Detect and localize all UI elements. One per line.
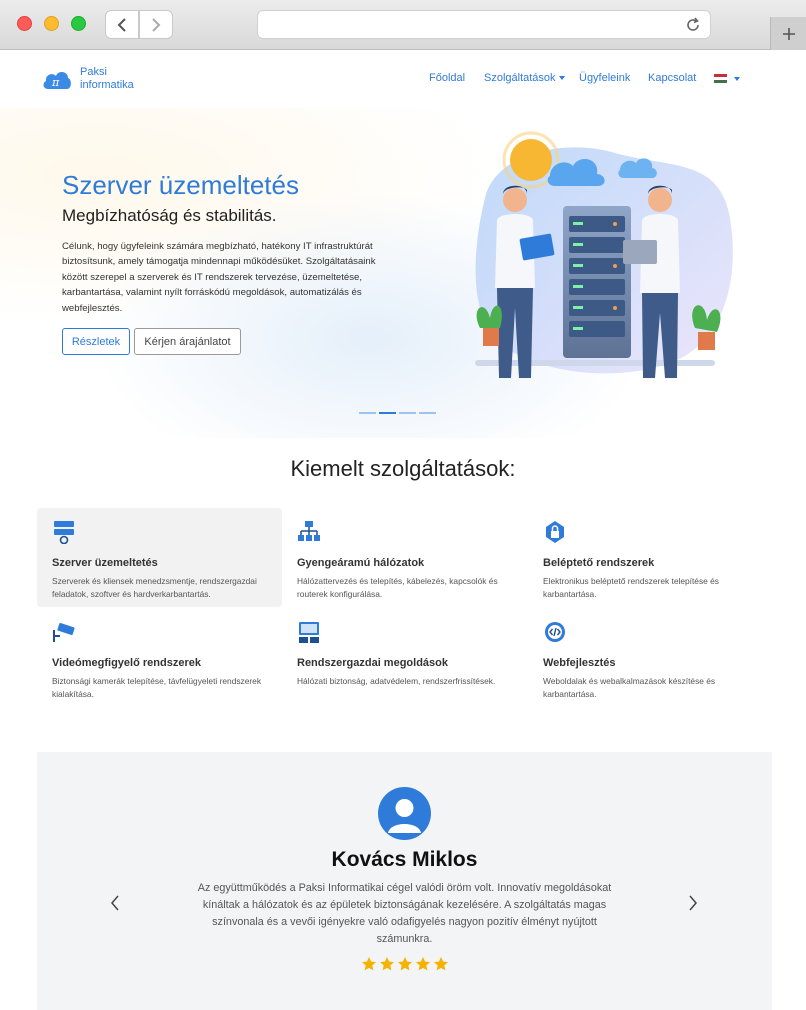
hero-description: Célunk, hogy ügyfeleink számára megbízha… [62, 241, 376, 314]
server-illustration [475, 131, 733, 378]
service-title: Gyengeáramú hálózatok [297, 557, 425, 569]
service-description: Hálózattervezés és telepítés, kábelezés,… [297, 576, 498, 599]
star-rating [361, 956, 449, 972]
star-icon [398, 957, 412, 971]
hungarian-flag-icon[interactable] [714, 74, 727, 83]
star-icon [416, 957, 430, 971]
site-header: π Paksi informatika Főoldal Szolgáltatás… [0, 50, 806, 108]
carousel-indicator-3[interactable] [399, 412, 416, 414]
plus-icon [782, 27, 795, 40]
browser-back-button[interactable] [105, 10, 139, 39]
sysadmin-icon [299, 622, 319, 643]
star-icon [380, 957, 394, 971]
service-card-access[interactable]: Beléptető rendszerek Elektronikus belépt… [528, 508, 773, 607]
service-description: Biztonsági kamerák telepítése, távfelügy… [52, 676, 262, 699]
chevron-left-icon [117, 17, 126, 32]
carousel-indicator-1[interactable] [359, 412, 376, 414]
testimonial-name: Kovács Miklos [331, 848, 478, 871]
nav-item-contact[interactable]: Kapcsolat [648, 72, 696, 84]
star-icon [362, 957, 376, 971]
user-avatar-icon [388, 799, 421, 833]
service-card-server[interactable]: Szerver üzemeltetés Szerverek és kliense… [37, 508, 282, 607]
reload-icon[interactable] [684, 16, 702, 34]
service-card-network[interactable]: Gyengeáramú hálózatok Hálózattervezés és… [282, 508, 527, 607]
security-camera-icon [53, 622, 75, 642]
nav-item-clients[interactable]: Ügyfeleink [579, 72, 630, 84]
code-gear-icon [545, 622, 565, 642]
server-gear-icon [54, 521, 74, 545]
service-title: Rendszergazdai megoldások [297, 657, 448, 669]
close-window-button[interactable] [17, 16, 32, 31]
carousel-indicator-4[interactable] [419, 412, 436, 414]
carousel-indicator-2[interactable] [379, 412, 396, 414]
minimize-window-button[interactable] [44, 16, 59, 31]
address-bar[interactable] [257, 10, 711, 39]
service-title: Videómegfigyelő rendszerek [52, 657, 201, 669]
services-title: Kiemelt szolgáltatások: [290, 456, 516, 481]
service-title: Szerver üzemeltetés [52, 557, 158, 569]
details-button[interactable]: Részletek [62, 328, 130, 355]
hero-title: Szerver üzemeltetés [62, 170, 299, 200]
service-description: Elektronikus beléptető rendszerek telepí… [543, 576, 719, 599]
testimonial-section: Kovács Miklos Az együttműködés a Paksi I… [37, 752, 772, 1010]
language-caret-icon[interactable] [734, 77, 740, 81]
chevron-right-icon [152, 17, 161, 32]
carousel-indicators [359, 412, 436, 414]
star-icon [434, 957, 448, 971]
testimonial-quote: Az együttműködés a Paksi Informatikai cé… [197, 882, 612, 945]
browser-forward-button[interactable] [139, 10, 173, 39]
caret-down-icon [558, 76, 565, 81]
nav-item-services-label: Szolgáltatások [484, 72, 556, 84]
service-card-sysadmin[interactable]: Rendszergazdai megoldások Hálózati bizto… [282, 608, 527, 707]
main-nav: Főoldal Szolgáltatások Ügyfeleink Kapcso… [0, 72, 806, 88]
hero-subtitle: Megbízhatóság és stabilitás. [62, 206, 277, 225]
maximize-window-button[interactable] [71, 16, 86, 31]
new-tab-button[interactable] [770, 17, 806, 50]
chevron-right-icon[interactable] [687, 894, 699, 912]
service-card-web[interactable]: Webfejlesztés Weboldalak és webalkalmazá… [528, 608, 773, 707]
request-quote-button[interactable]: Kérjen árajánlatot [134, 328, 241, 355]
avatar [378, 787, 431, 840]
service-title: Beléptető rendszerek [543, 557, 655, 569]
browser-toolbar [0, 0, 806, 50]
chevron-left-icon[interactable] [109, 894, 121, 912]
service-card-cctv[interactable]: Videómegfigyelő rendszerek Biztonsági ka… [37, 608, 282, 707]
nav-item-services[interactable]: Szolgáltatások [484, 72, 565, 84]
service-description: Szerverek és kliensek menedzsmentje, ren… [52, 576, 257, 599]
service-description: Weboldalak és webalkalmazások készítése … [543, 676, 716, 699]
access-lock-icon [546, 521, 564, 543]
service-description: Hálózati biztonság, adatvédelem, rendsze… [297, 676, 496, 686]
service-title: Webfejlesztés [543, 657, 616, 669]
nav-item-home[interactable]: Főoldal [429, 72, 465, 84]
network-icon [298, 521, 320, 541]
